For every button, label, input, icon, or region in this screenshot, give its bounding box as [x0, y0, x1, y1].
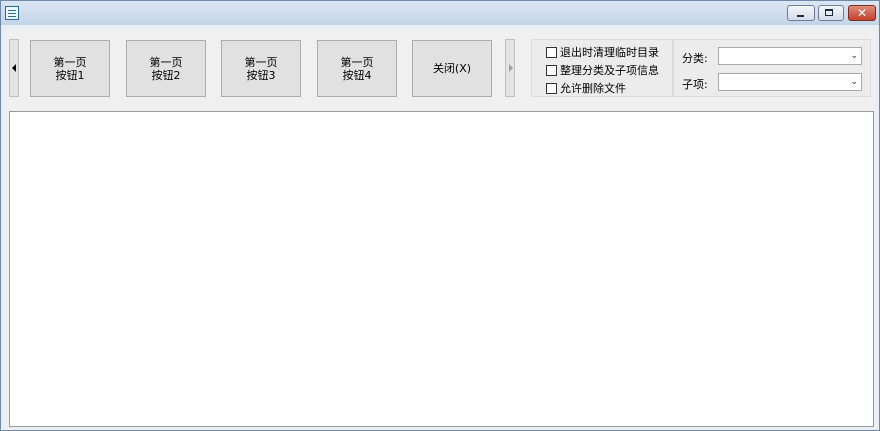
minimize-button[interactable]: [787, 5, 815, 21]
minimize-icon: [797, 15, 804, 17]
checkbox-allow-delete[interactable]: 允许删除文件: [546, 81, 626, 95]
category-label: 分类:: [682, 52, 708, 65]
title-bar[interactable]: ✕: [1, 1, 879, 25]
button-label-line1: 第一页: [340, 55, 374, 69]
content-area[interactable]: [9, 111, 874, 427]
scroll-right-button[interactable]: [505, 39, 515, 97]
checkbox-box[interactable]: [546, 46, 557, 58]
button-label-line1: 第一页: [244, 55, 278, 69]
page1-button-2[interactable]: 第一页 按钮2: [126, 40, 206, 97]
close-button[interactable]: 关闭(X): [412, 40, 492, 97]
scroll-left-button[interactable]: [9, 39, 19, 97]
app-icon: [5, 6, 19, 20]
filter-panel: 分类: ⌄ 子项: ⌄: [673, 39, 871, 97]
page1-button-1[interactable]: 第一页 按钮1: [30, 40, 110, 97]
button-label-line2: 按钮3: [246, 68, 276, 82]
button-label-line2: 按钮2: [151, 68, 181, 82]
checkbox-box[interactable]: [546, 64, 557, 76]
button-label-line2: 按钮1: [55, 68, 85, 82]
chevron-down-icon: ⌄: [850, 77, 858, 87]
page1-button-4[interactable]: 第一页 按钮4: [317, 40, 397, 97]
category-select[interactable]: ⌄: [718, 47, 862, 65]
subitem-label: 子项:: [682, 78, 708, 91]
page1-button-3[interactable]: 第一页 按钮3: [221, 40, 301, 97]
chevron-down-icon: ⌄: [850, 51, 858, 61]
close-window-button[interactable]: ✕: [848, 5, 876, 21]
button-label-line2: 按钮4: [342, 68, 372, 82]
checkbox-label: 退出时清理临时目录: [560, 46, 659, 59]
left-triangle-icon: [12, 64, 16, 72]
checkbox-clean-temp[interactable]: 退出时清理临时目录: [546, 45, 659, 59]
options-panel: 退出时清理临时目录 整理分类及子项信息 允许删除文件: [531, 39, 673, 97]
close-icon: ✕: [856, 6, 868, 20]
checkbox-label: 整理分类及子项信息: [560, 64, 659, 77]
button-label: 关闭(X): [432, 62, 472, 75]
right-triangle-icon: [509, 64, 513, 72]
checkbox-organize-info[interactable]: 整理分类及子项信息: [546, 63, 659, 77]
checkbox-label: 允许删除文件: [560, 82, 626, 95]
client-area: 第一页 按钮1 第一页 按钮2 第一页 按钮3 第一页 按钮4 关闭(X) 退出…: [5, 29, 875, 427]
checkbox-box[interactable]: [546, 82, 557, 94]
main-window: ✕ 第一页 按钮1 第一页 按钮2 第一页 按钮3 第一页 按钮4 关闭(X): [0, 0, 880, 431]
maximize-button[interactable]: [818, 5, 844, 21]
button-label-line1: 第一页: [149, 55, 183, 69]
subitem-select[interactable]: ⌄: [718, 73, 862, 91]
maximize-icon: [825, 9, 833, 16]
button-label-line1: 第一页: [53, 55, 87, 69]
